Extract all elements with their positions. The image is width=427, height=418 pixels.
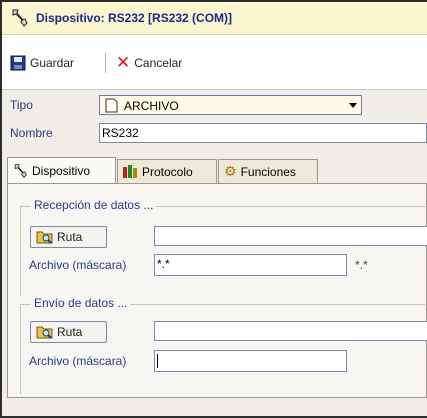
- tab-funciones[interactable]: ⚙ Funciones: [218, 159, 318, 183]
- envio-mascara-input[interactable]: [154, 350, 347, 372]
- recepcion-ruta-button[interactable]: Ruta: [30, 226, 107, 248]
- tab-dispositivo[interactable]: Dispositivo: [7, 157, 116, 183]
- envio-group: Envío de datos ...: [20, 296, 427, 394]
- envio-mascara-label: Archivo (máscara): [29, 354, 127, 368]
- tipo-value: ARCHIVO: [124, 99, 179, 113]
- tipo-select[interactable]: ARCHIVO: [99, 95, 362, 115]
- save-button[interactable]: Guardar: [10, 53, 74, 73]
- envio-ruta-button[interactable]: Ruta: [30, 321, 107, 343]
- close-icon: ✕: [116, 53, 131, 73]
- tab-label: Protocolo: [142, 164, 193, 179]
- text-cursor: [157, 353, 158, 368]
- dialog-window: Dispositivo: RS232 [RS232 (COM)] Guardar…: [0, 0, 427, 418]
- tab-protocolo[interactable]: Protocolo: [117, 159, 217, 183]
- nombre-label: Nombre: [10, 126, 53, 140]
- gears-icon: ⚙: [224, 163, 237, 180]
- nombre-input[interactable]: RS232: [99, 123, 427, 143]
- recepcion-mascara-input[interactable]: *.*: [154, 254, 347, 276]
- document-icon: [105, 98, 118, 113]
- floppy-disk-icon: [10, 55, 26, 71]
- toolbar: Guardar ✕ Cancelar: [2, 35, 427, 90]
- cancel-button[interactable]: ✕ Cancelar: [116, 53, 182, 73]
- toolbar-separator: [105, 53, 106, 73]
- chevron-down-icon[interactable]: [349, 103, 357, 108]
- wrench-icon: [14, 163, 27, 178]
- envio-title: Envío de datos ...: [31, 296, 131, 310]
- tab-label: Funciones: [240, 164, 296, 179]
- recepcion-title: Recepción de datos ...: [31, 198, 157, 212]
- folder-search-icon: [36, 326, 53, 339]
- recepcion-ruta-input[interactable]: [154, 226, 427, 246]
- envio-ruta-input[interactable]: [154, 321, 427, 341]
- cancel-label: Cancelar: [134, 56, 183, 70]
- save-label: Guardar: [30, 56, 75, 70]
- folder-search-icon: [36, 231, 53, 244]
- recepcion-mascara-label: Archivo (máscara): [29, 258, 127, 272]
- ruta-label: Ruta: [57, 230, 83, 244]
- books-icon: [123, 165, 137, 178]
- window-title: Dispositivo: RS232 [RS232 (COM)]: [36, 11, 233, 25]
- title-bar[interactable]: Dispositivo: RS232 [RS232 (COM)]: [2, 2, 427, 35]
- recepcion-group: Recepción de datos ...: [20, 198, 427, 296]
- tipo-label: Tipo: [10, 98, 33, 112]
- tab-label: Dispositivo: [32, 163, 91, 178]
- ruta-label: Ruta: [57, 325, 83, 339]
- wrench-icon: [12, 9, 28, 27]
- tab-panel-dispositivo: Recepción de datos ... Ruta Archivo (más…: [7, 183, 427, 398]
- recepcion-mascara-hint: *.*: [355, 258, 368, 272]
